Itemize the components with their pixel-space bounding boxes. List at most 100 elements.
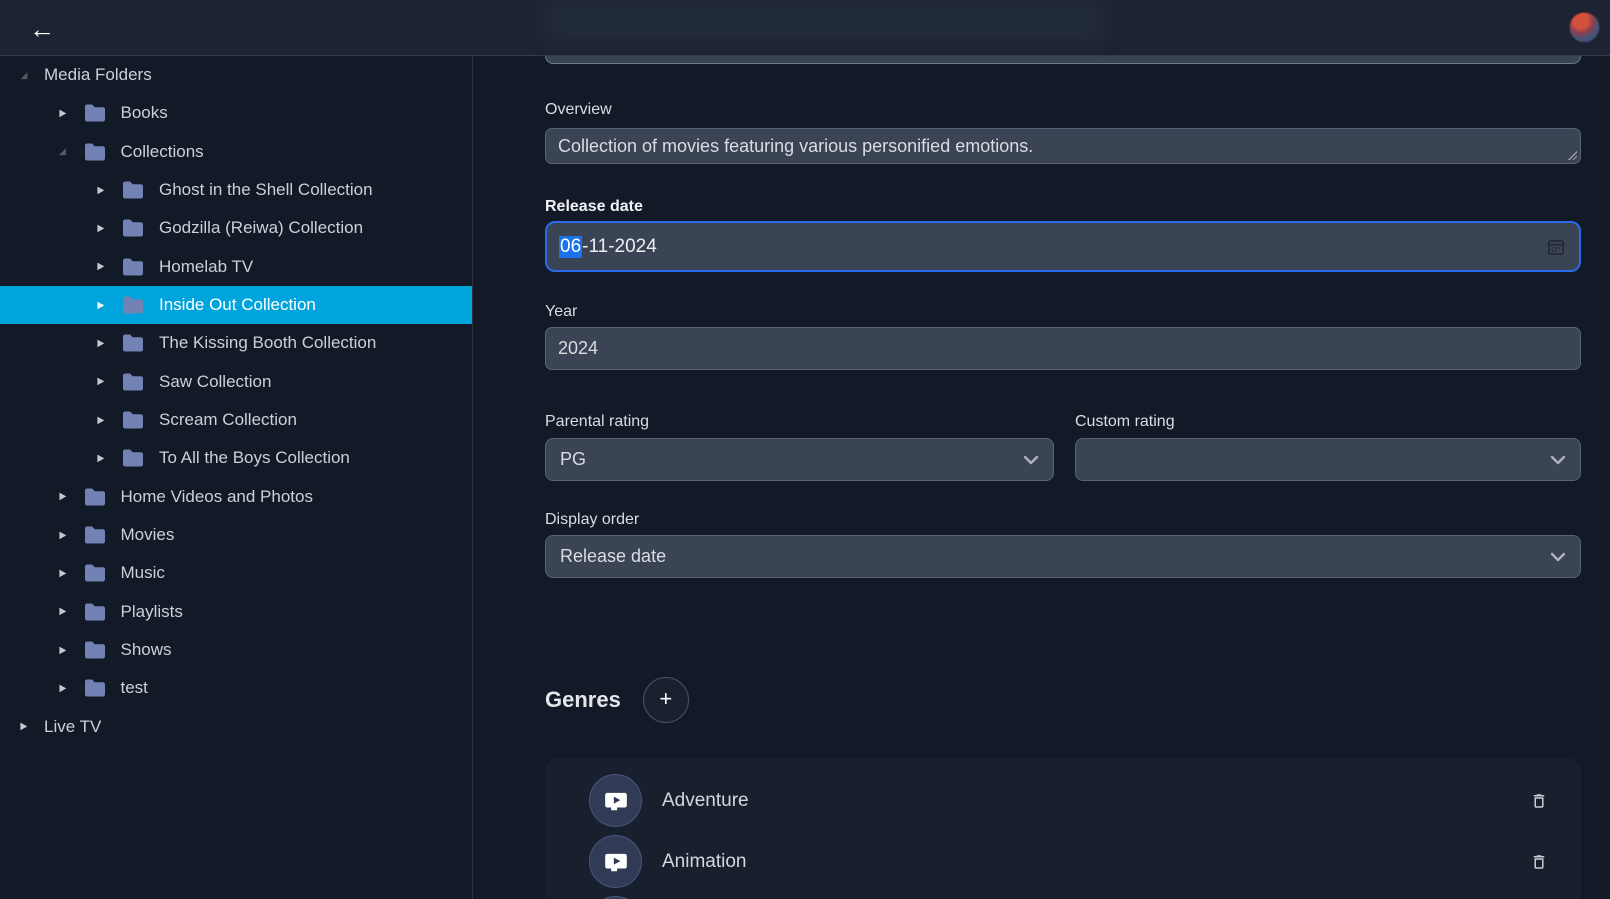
triangle-glyph: ◢ <box>21 70 28 81</box>
tree-item-movies[interactable]: ▶ Movies <box>0 516 472 554</box>
genre-row-animation: Animation <box>589 831 1551 892</box>
tree-item-books[interactable]: ▶ Books <box>0 94 472 132</box>
sidebar-divider <box>472 56 473 899</box>
folder-icon <box>121 257 145 277</box>
expand-icon[interactable]: ▶ <box>57 645 69 656</box>
expand-icon[interactable]: ▶ <box>18 721 30 732</box>
chevron-down-icon <box>1023 455 1039 465</box>
collapse-icon[interactable]: ◢ <box>57 146 69 157</box>
genres-header: Genres + <box>545 677 1581 723</box>
expand-icon[interactable]: ▶ <box>57 568 69 579</box>
folder-icon <box>83 103 107 123</box>
tree-item-label: Movies <box>121 525 175 545</box>
folder-icon <box>121 333 145 353</box>
display-order-label: Display order <box>545 511 1581 529</box>
tree-item-scream-collection[interactable]: ▶ Scream Collection <box>0 401 472 439</box>
tree-item-collections[interactable]: ◢ Collections <box>0 133 472 171</box>
year-input[interactable]: 2024 <box>545 327 1581 370</box>
tree-item-saw-collection[interactable]: ▶Saw Collection <box>0 363 472 401</box>
folder-icon <box>83 640 107 660</box>
date-day-segment-selected[interactable]: 06 <box>559 236 582 258</box>
triangle-glyph: ▶ <box>59 491 66 502</box>
date-rest-segments[interactable]: -11-2024 <box>582 236 657 258</box>
expand-icon[interactable]: ▶ <box>95 300 107 311</box>
metadata-editor-screen: ◢ Media Folders ▶ Books ◢ Collections ▶ Ghost i… <box>0 0 1610 899</box>
library-tree-sidebar: ◢ Media Folders ▶ Books ◢ Collections ▶ Ghost i… <box>0 56 472 899</box>
parental-rating-select[interactable]: PG <box>545 438 1054 481</box>
triangle-glyph: ▶ <box>98 300 105 311</box>
delete-genre-button[interactable] <box>1527 850 1551 874</box>
expand-icon[interactable]: ▶ <box>95 453 107 464</box>
tree-item-ghost-in-the-shell-collection[interactable]: ▶ Ghost in the Shell Collection <box>0 171 472 209</box>
tree-item-godzilla-reiwa-collection[interactable]: ▶Godzilla (Reiwa) Collection <box>0 209 472 247</box>
year-value: 2024 <box>558 338 598 359</box>
trash-icon <box>1530 791 1548 811</box>
triangle-glyph: ▶ <box>59 683 66 694</box>
expand-icon[interactable]: ▶ <box>95 185 107 196</box>
tree-item-label: Playlists <box>121 602 183 622</box>
folder-icon <box>121 410 145 430</box>
tree-item-label: The Kissing Booth Collection <box>159 333 376 353</box>
tree-item-test[interactable]: ▶ test <box>0 669 472 707</box>
tree-item-live-tv[interactable]: ▶ Live TV <box>0 708 472 746</box>
tree-item-label: To All the Boys Collection <box>159 448 350 468</box>
calendar-icon <box>1546 237 1566 257</box>
tree-item-label: Shows <box>121 640 172 660</box>
tree-item-shows[interactable]: ▶ Shows <box>0 631 472 669</box>
calendar-picker-icon[interactable] <box>1545 236 1567 258</box>
expand-icon[interactable]: ▶ <box>57 108 69 119</box>
tree-item-label: Ghost in the Shell Collection <box>159 180 373 200</box>
expand-icon[interactable]: ▶ <box>95 261 107 272</box>
display-order-select[interactable]: Release date <box>545 535 1581 578</box>
resize-handle-icon[interactable] <box>1567 150 1577 160</box>
trash-icon <box>1530 852 1548 872</box>
folder-icon <box>83 142 107 162</box>
tree-item-music[interactable]: ▶Music <box>0 554 472 592</box>
expand-icon[interactable]: ▶ <box>95 223 107 234</box>
metadata-edit-form: Overview Collection of movies featuring … <box>473 0 1610 899</box>
parental-rating-value: PG <box>560 449 586 470</box>
triangle-glyph: ▶ <box>59 108 66 119</box>
expand-icon[interactable]: ▶ <box>57 683 69 694</box>
expand-icon[interactable]: ▶ <box>95 415 107 426</box>
tree-item-label: Books <box>121 103 168 123</box>
tree-item-to-all-the-boys-collection[interactable]: ▶ To All the Boys Collection <box>0 439 472 477</box>
tree-item-label: Collections <box>121 142 204 162</box>
tree-item-inside-out-collection[interactable]: ▶Inside Out Collection <box>0 286 472 324</box>
genre-row-adventure: Adventure <box>589 770 1551 831</box>
tree-item-home-videos-and-photos[interactable]: ▶Home Videos and Photos <box>0 478 472 516</box>
overview-input[interactable]: Collection of movies featuring various p… <box>545 128 1581 164</box>
chevron-down-icon <box>1550 552 1566 562</box>
delete-genre-button[interactable] <box>1527 789 1551 813</box>
video-genre-icon <box>603 788 629 814</box>
custom-rating-select[interactable] <box>1075 438 1581 481</box>
release-date-input[interactable]: 06 -11-2024 <box>545 221 1581 272</box>
expand-icon[interactable]: ▶ <box>57 530 69 541</box>
tree-item-media-folders[interactable]: ◢ Media Folders <box>0 56 472 94</box>
back-button[interactable]: ← <box>26 13 58 45</box>
expand-icon[interactable]: ▶ <box>57 606 69 617</box>
folder-icon <box>83 678 107 698</box>
custom-rating-label: Custom rating <box>1075 413 1175 431</box>
triangle-glyph: ▶ <box>59 530 66 541</box>
tree-item-label: test <box>121 678 148 698</box>
add-genre-button[interactable]: + <box>643 677 689 723</box>
tree-item-homelab-tv[interactable]: ▶Homelab TV <box>0 248 472 286</box>
tree-item-the-kissing-booth-collection[interactable]: ▶ The Kissing Booth Collection <box>0 324 472 362</box>
triangle-glyph: ▶ <box>59 645 66 656</box>
tree-item-label: Live TV <box>44 717 101 737</box>
genre-label: Adventure <box>662 790 749 812</box>
tree-item-label: Scream Collection <box>159 410 297 430</box>
triangle-glyph: ▶ <box>98 453 105 464</box>
tree-item-label: Media Folders <box>44 65 152 85</box>
folder-icon <box>121 448 145 468</box>
collapse-icon[interactable]: ◢ <box>18 70 30 81</box>
expand-icon[interactable]: ▶ <box>95 338 107 349</box>
genre-row-partial <box>589 892 1551 899</box>
expand-icon[interactable]: ▶ <box>57 491 69 502</box>
folder-icon <box>121 372 145 392</box>
tree-item-playlists[interactable]: ▶ Playlists <box>0 593 472 631</box>
user-avatar[interactable] <box>1569 12 1600 43</box>
expand-icon[interactable]: ▶ <box>95 376 107 387</box>
genre-avatar <box>589 835 642 888</box>
